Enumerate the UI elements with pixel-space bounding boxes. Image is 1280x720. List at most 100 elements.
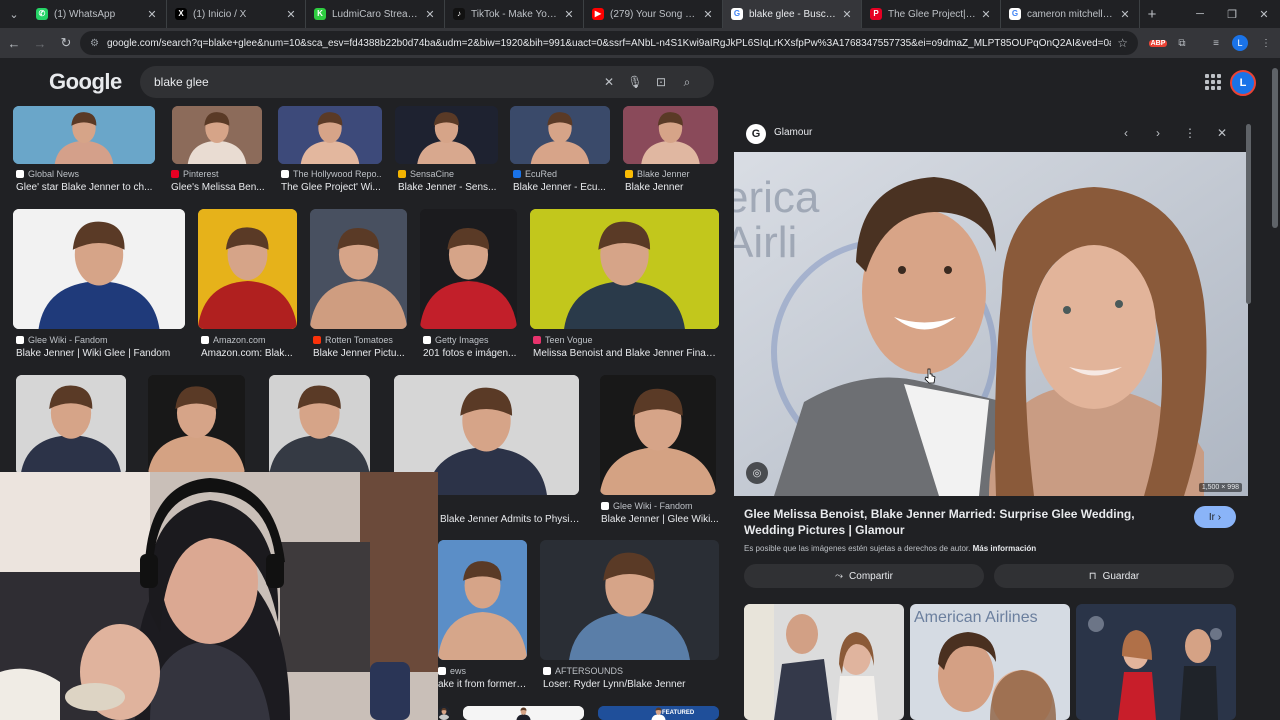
visual-search-icon[interactable]: ◎: [746, 462, 768, 484]
result-title[interactable]: ake it from former '...: [438, 679, 528, 690]
google-logo[interactable]: Google: [49, 69, 122, 95]
image-result-thumbnail[interactable]: [598, 706, 719, 720]
image-result-thumbnail[interactable]: [198, 209, 297, 329]
result-source[interactable]: Blake Jenner: [625, 169, 717, 179]
tab-search-button[interactable]: ⌄: [0, 0, 28, 28]
result-source[interactable]: Rotten Tomatoes: [313, 335, 408, 345]
image-result-thumbnail[interactable]: [13, 209, 185, 329]
page-scrollbar[interactable]: [1270, 58, 1280, 720]
previous-image-icon[interactable]: ‹: [1117, 124, 1135, 142]
result-title[interactable]: Glee's Melissa Ben...: [171, 182, 266, 193]
result-source[interactable]: Amazon.com: [201, 335, 296, 345]
result-source[interactable]: Glee Wiki - Fandom: [16, 335, 186, 345]
related-image[interactable]: [744, 604, 904, 720]
search-input[interactable]: [154, 75, 596, 89]
site-info-icon[interactable]: ⚙: [90, 38, 99, 49]
image-result-thumbnail[interactable]: [16, 375, 126, 475]
related-image[interactable]: [1076, 604, 1236, 720]
search-box[interactable]: ✕ 🎙 ⊡ ⌕: [140, 66, 714, 98]
close-window-button[interactable]: ✕: [1248, 0, 1280, 28]
save-button[interactable]: ⊓ Guardar: [994, 564, 1234, 588]
clear-search-icon[interactable]: ✕: [596, 75, 622, 89]
adblock-extension-icon[interactable]: ABP: [1148, 33, 1168, 53]
lens-search-icon[interactable]: ⊡: [648, 75, 674, 89]
result-title[interactable]: Blake Jenner | Wiki Glee | Fandom: [16, 348, 186, 359]
image-result-thumbnail[interactable]: [172, 106, 262, 164]
image-result-thumbnail[interactable]: [438, 540, 527, 660]
extensions-puzzle-icon[interactable]: ⧉: [1172, 33, 1192, 53]
result-title[interactable]: The Glee Project' Wi...: [281, 182, 381, 193]
browser-menu-icon[interactable]: ⋮: [1256, 33, 1276, 53]
result-source[interactable]: SensaCine: [398, 169, 498, 179]
result-source[interactable]: Pinterest: [171, 169, 266, 179]
result-title[interactable]: Blake Jenner Pictu...: [313, 348, 408, 359]
image-result-thumbnail[interactable]: [13, 106, 155, 164]
forward-button[interactable]: →: [28, 31, 52, 55]
result-title[interactable]: 201 fotos e imágen...: [423, 348, 518, 359]
result-title[interactable]: Melissa Benoist and Blake Jenner Finall.…: [533, 348, 718, 359]
more-options-icon[interactable]: ⋮: [1181, 124, 1199, 142]
result-source[interactable]: Getty Images: [423, 335, 518, 345]
result-source[interactable]: Glee Wiki - Fandom: [601, 501, 719, 511]
more-info-link[interactable]: Más información: [973, 544, 1037, 553]
account-avatar[interactable]: L: [1230, 70, 1256, 96]
close-tab-icon[interactable]: ✕: [285, 8, 297, 21]
close-tab-icon[interactable]: ✕: [702, 8, 714, 21]
preview-scrollbar[interactable]: [1245, 124, 1252, 699]
address-bar[interactable]: ⚙ google.com/search?q=blake+glee&num=10&…: [80, 31, 1138, 55]
maximize-button[interactable]: ❐: [1216, 0, 1248, 28]
preview-image[interactable]: erica Airli ◎ 1,500 × 998: [734, 152, 1248, 496]
close-tab-icon[interactable]: ✕: [980, 8, 992, 21]
browser-tab[interactable]: ♪ TikTok - Make Your Day ✕: [445, 0, 584, 28]
result-title[interactable]: Blake Jenner Admits to Physic...: [440, 514, 580, 525]
result-title[interactable]: Blake Jenner - Sens...: [398, 182, 498, 193]
browser-tab[interactable]: Gcameron mitchell glee - B ✕: [1001, 0, 1140, 28]
result-source[interactable]: Teen Vogue: [533, 335, 718, 345]
result-title[interactable]: Amazon.com: Blak...: [201, 348, 296, 359]
image-result-thumbnail[interactable]: [438, 706, 450, 720]
close-tab-icon[interactable]: ✕: [841, 8, 853, 21]
result-title[interactable]: Loser: Ryder Lynn/Blake Jenner: [543, 679, 721, 690]
image-result-thumbnail[interactable]: [530, 209, 719, 329]
image-result-thumbnail[interactable]: [269, 375, 370, 475]
result-source[interactable]: The Hollywood Repo...: [281, 169, 381, 179]
close-tab-icon[interactable]: ✕: [563, 8, 575, 21]
minimize-button[interactable]: ─: [1184, 0, 1216, 28]
close-preview-icon[interactable]: ✕: [1213, 124, 1231, 142]
browser-tab[interactable]: Gblake glee - Buscar con G ✕: [723, 0, 862, 28]
media-controls-icon[interactable]: ≡: [1206, 33, 1226, 53]
result-source[interactable]: EcuRed: [513, 169, 608, 179]
voice-search-icon[interactable]: 🎙: [622, 75, 648, 89]
image-result-thumbnail[interactable]: [278, 106, 382, 164]
close-tab-icon[interactable]: ✕: [424, 8, 436, 21]
profile-avatar-icon[interactable]: L: [1230, 33, 1250, 53]
browser-tab[interactable]: X (1) Inicio / X ✕: [167, 0, 306, 28]
result-title[interactable]: Glee' star Blake Jenner to ch...: [16, 182, 156, 193]
image-result-thumbnail[interactable]: [463, 706, 584, 720]
image-result-thumbnail[interactable]: [540, 540, 719, 660]
close-tab-icon[interactable]: ✕: [1119, 8, 1131, 21]
image-result-thumbnail[interactable]: [395, 106, 498, 164]
next-image-icon[interactable]: ›: [1149, 124, 1167, 142]
back-button[interactable]: ←: [2, 31, 26, 55]
bookmark-star-icon[interactable]: ☆: [1117, 36, 1128, 50]
preview-title[interactable]: Glee Melissa Benoist, Blake Jenner Marri…: [744, 506, 1174, 538]
result-source[interactable]: ews: [438, 666, 528, 676]
close-tab-icon[interactable]: ✕: [146, 8, 158, 21]
browser-tab[interactable]: ✆ (1) WhatsApp ✕: [28, 0, 167, 28]
result-title[interactable]: Blake Jenner: [625, 182, 717, 193]
related-image[interactable]: American Airlines: [910, 604, 1070, 720]
source-name[interactable]: Glamour: [774, 127, 812, 138]
result-title[interactable]: Blake Jenner - Ecu...: [513, 182, 608, 193]
image-result-thumbnail[interactable]: [420, 209, 517, 329]
visit-button[interactable]: Ir ›: [1194, 506, 1236, 528]
result-source[interactable]: Global News: [16, 169, 156, 179]
new-tab-button[interactable]: +: [1140, 6, 1164, 23]
image-result-thumbnail[interactable]: [148, 375, 245, 475]
image-result-thumbnail[interactable]: [510, 106, 610, 164]
result-source[interactable]: AFTERSOUNDS: [543, 666, 721, 676]
result-title[interactable]: Blake Jenner | Glee Wiki...: [601, 514, 719, 525]
image-result-thumbnail[interactable]: [310, 209, 407, 329]
google-apps-icon[interactable]: [1205, 74, 1221, 90]
browser-tab[interactable]: K LudmiCaro Stream - Watc ✕: [306, 0, 445, 28]
